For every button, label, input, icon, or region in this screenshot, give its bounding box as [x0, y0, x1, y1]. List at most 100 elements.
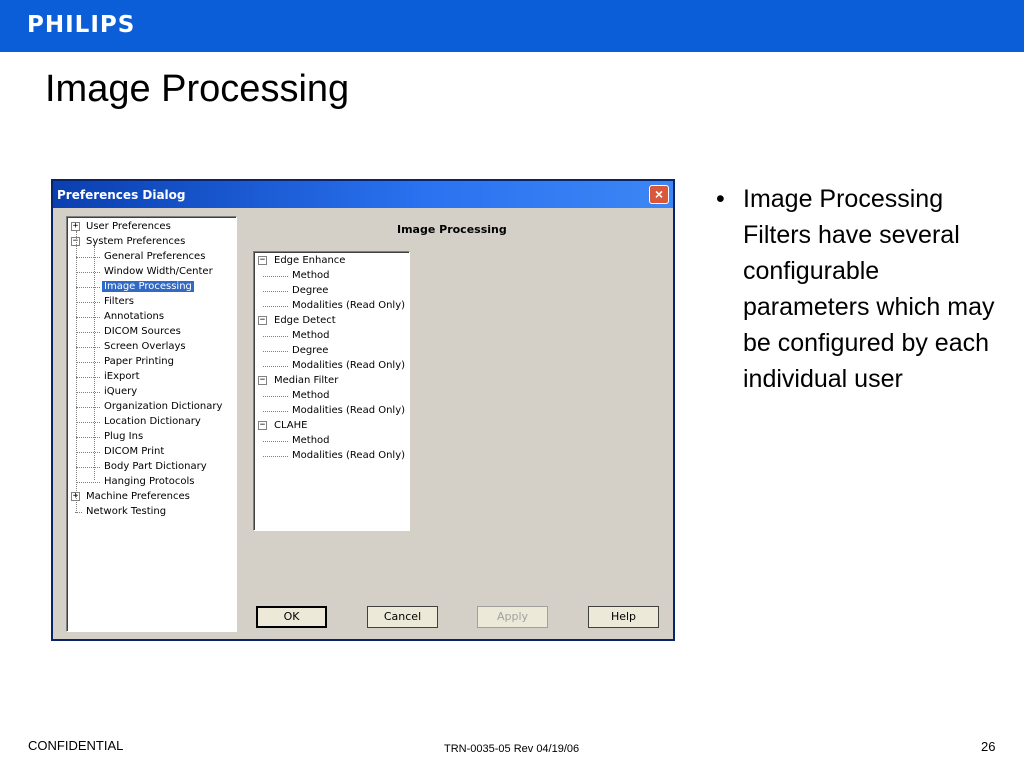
tree-connector: [263, 336, 288, 337]
tree-item[interactable]: DICOM Print: [102, 445, 166, 458]
filter-item-label: Degree: [292, 345, 329, 356]
filter-item-label: Modalities (Read Only): [292, 360, 406, 371]
tree-item-label: DICOM Sources: [104, 326, 181, 337]
collapse-icon[interactable]: −: [258, 376, 267, 385]
tree-item-label: General Preferences: [104, 251, 206, 262]
tree-item[interactable]: iQuery: [102, 385, 139, 398]
tree-item-label: Machine Preferences: [86, 491, 190, 502]
tree-item[interactable]: Network Testing: [84, 505, 168, 518]
philips-logo: PHILIPS: [27, 12, 136, 38]
tree-item[interactable]: Paper Printing: [102, 355, 176, 368]
tree-item-label: Image Processing: [102, 281, 194, 292]
tree-item-label: iExport: [104, 371, 140, 382]
tree-item-label: Filters: [104, 296, 134, 307]
footer-confidential: CONFIDENTIAL: [28, 738, 124, 753]
tree-connector: [76, 407, 100, 408]
tree-item-label: Screen Overlays: [104, 341, 186, 352]
tree-item-label: Location Dictionary: [104, 416, 201, 427]
collapse-icon[interactable]: −: [258, 316, 267, 325]
filter-item[interactable]: Method: [290, 269, 332, 282]
tree-item-label: Network Testing: [86, 506, 167, 517]
filter-item[interactable]: Median Filter: [272, 374, 340, 387]
bullet-text: Image Processing Filters have several co…: [743, 185, 995, 393]
filter-item[interactable]: Edge Enhance: [272, 254, 347, 267]
filter-item-label: Degree: [292, 285, 329, 296]
tree-item[interactable]: Machine Preferences: [84, 490, 192, 503]
filter-tree[interactable]: − Edge Enhance Method Degree Modalities (Rea…: [253, 251, 410, 531]
bullet-list: • Image Processing Filters have several c…: [716, 181, 1006, 397]
filter-item-label: Method: [292, 435, 330, 446]
filter-item[interactable]: Degree: [290, 284, 330, 297]
tree-connector: [76, 231, 77, 513]
tree-item[interactable]: Plug Ins: [102, 430, 145, 443]
header-bar: PHILIPS: [0, 0, 1024, 52]
filter-item[interactable]: CLAHE: [272, 419, 309, 432]
tree-connector: [76, 302, 100, 303]
tree-connector: [76, 272, 100, 273]
ok-button[interactable]: OK: [256, 606, 327, 628]
tree-item[interactable]: Hanging Protocols: [102, 475, 196, 488]
filter-item-label: CLAHE: [274, 420, 308, 431]
filter-item-label: Modalities (Read Only): [292, 300, 406, 311]
cancel-button[interactable]: Cancel: [367, 606, 438, 628]
tree-connector: [76, 257, 100, 258]
filter-item-label: Median Filter: [274, 375, 339, 386]
filter-item[interactable]: Method: [290, 329, 332, 342]
filter-item-label: Method: [292, 390, 330, 401]
tree-connector: [263, 456, 288, 457]
filter-item-label: Modalities (Read Only): [292, 405, 406, 416]
tree-connector: [263, 411, 288, 412]
apply-button[interactable]: Apply: [477, 606, 548, 628]
filter-item[interactable]: Modalities (Read Only): [290, 299, 407, 312]
filter-item[interactable]: Method: [290, 389, 332, 402]
filter-item[interactable]: Modalities (Read Only): [290, 359, 407, 372]
tree-connector: [76, 347, 100, 348]
tree-item[interactable]: DICOM Sources: [102, 325, 183, 338]
tree-item-label: iQuery: [104, 386, 138, 397]
filter-item-label: Method: [292, 270, 330, 281]
filter-item[interactable]: Degree: [290, 344, 330, 357]
help-button[interactable]: Help: [588, 606, 659, 628]
filter-item-label: Edge Detect: [274, 315, 336, 326]
tree-connector: [76, 437, 100, 438]
tree-connector: [263, 351, 288, 352]
tree-item[interactable]: User Preferences: [84, 220, 173, 233]
expand-icon[interactable]: +: [71, 222, 80, 231]
tree-item[interactable]: Annotations: [102, 310, 166, 323]
footer-doc-id: TRN-0035-05 Rev 04/19/06: [444, 743, 580, 755]
tree-connector: [76, 377, 100, 378]
tree-item[interactable]: iExport: [102, 370, 142, 383]
tree-item[interactable]: General Preferences: [102, 250, 207, 263]
filter-item[interactable]: Method: [290, 434, 332, 447]
tree-item[interactable]: Location Dictionary: [102, 415, 203, 428]
tree-item[interactable]: Screen Overlays: [102, 340, 188, 353]
close-icon[interactable]: ×: [649, 185, 669, 204]
collapse-icon[interactable]: −: [258, 256, 267, 265]
filter-item[interactable]: Edge Detect: [272, 314, 338, 327]
tree-connector: [76, 392, 100, 393]
tree-connector: [94, 246, 95, 480]
preferences-tree[interactable]: + User Preferences − System Preferences Gene…: [66, 216, 237, 632]
collapse-icon[interactable]: −: [258, 421, 267, 430]
tree-item-label: Body Part Dictionary: [104, 461, 207, 472]
preferences-dialog: Preferences Dialog × + User Preferences − S…: [51, 179, 675, 641]
tree-item[interactable]: System Preferences: [84, 235, 187, 248]
panel-heading: Image Processing: [397, 223, 507, 236]
tree-item[interactable]: Image Processing: [102, 280, 194, 293]
tree-item[interactable]: Window Width/Center: [102, 265, 215, 278]
tree-item[interactable]: Filters: [102, 295, 136, 308]
tree-item[interactable]: Organization Dictionary: [102, 400, 224, 413]
tree-connector: [76, 482, 100, 483]
tree-connector: [76, 317, 100, 318]
page-number: 26: [981, 739, 996, 754]
tree-connector: [76, 422, 100, 423]
tree-connector: [76, 287, 100, 288]
tree-item[interactable]: Body Part Dictionary: [102, 460, 209, 473]
bullet-icon: •: [716, 185, 725, 213]
tree-item-label: User Preferences: [86, 221, 171, 232]
dialog-titlebar[interactable]: Preferences Dialog ×: [53, 181, 673, 208]
tree-item-label: DICOM Print: [104, 446, 165, 457]
filter-item-label: Edge Enhance: [274, 255, 346, 266]
filter-item[interactable]: Modalities (Read Only): [290, 449, 407, 462]
filter-item[interactable]: Modalities (Read Only): [290, 404, 407, 417]
